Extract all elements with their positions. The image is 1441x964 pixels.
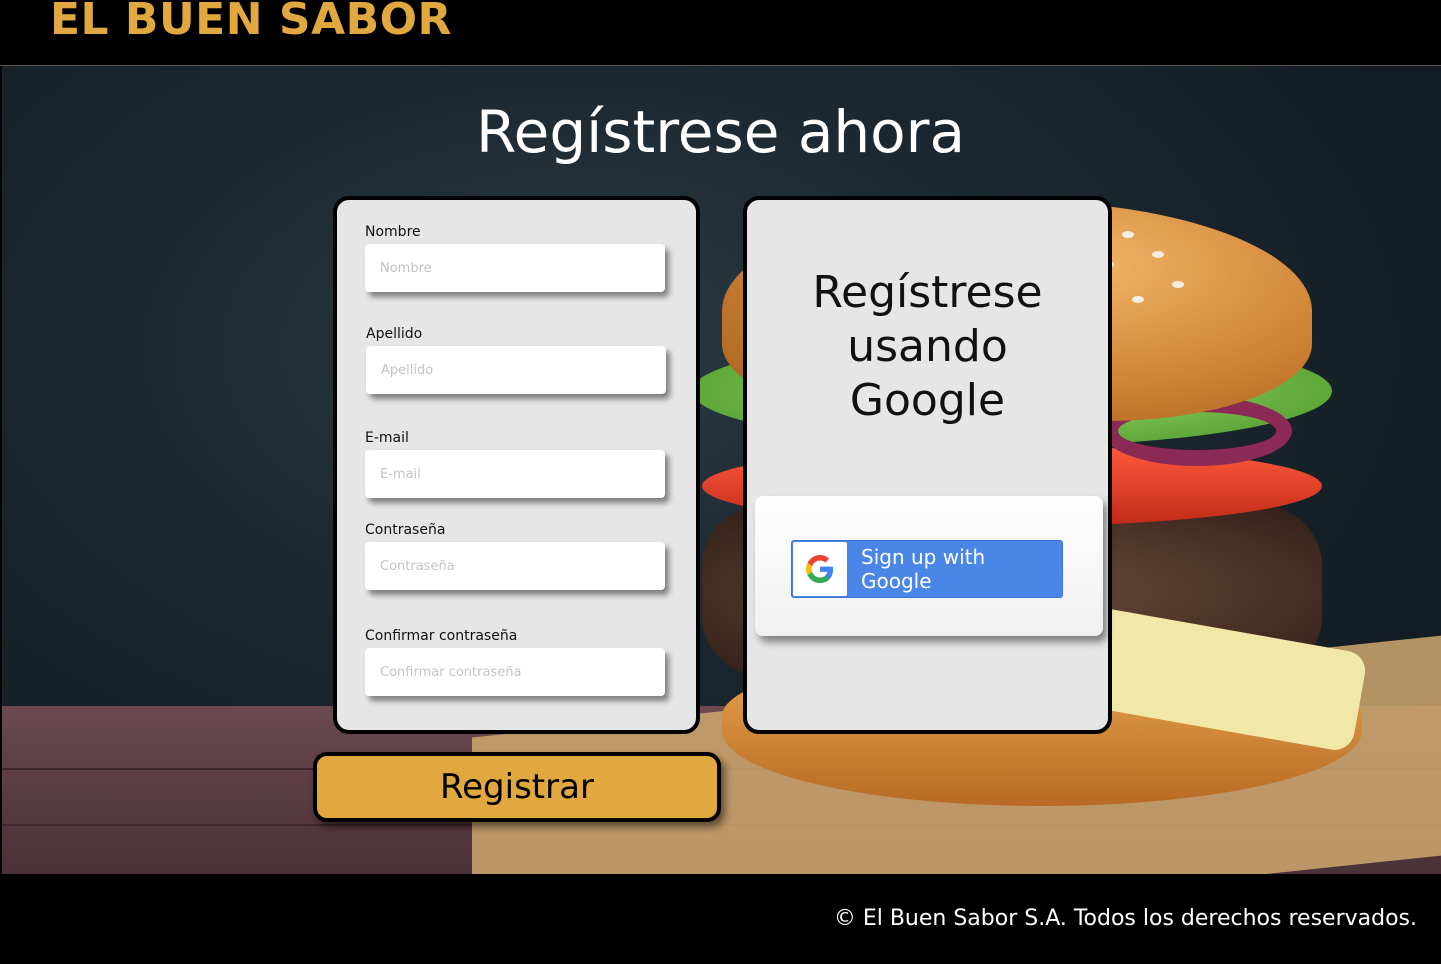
confirm-password-input[interactable] <box>365 648 665 696</box>
footer-copyright: © El Buen Sabor S.A. Todos los derechos … <box>833 906 1417 931</box>
brand-logo[interactable]: EL BUEN SABOR <box>50 0 452 45</box>
email-label: E-mail <box>365 430 409 446</box>
confirm-password-label: Confirmar contraseña <box>365 628 518 644</box>
page-title: Regístrese ahora <box>475 98 966 166</box>
site-header: EL BUEN SABOR <box>0 0 1441 66</box>
hero-background <box>2 66 1441 874</box>
nombre-label: Nombre <box>365 224 421 240</box>
google-signup-card: Regístrese usando Google Sign up with Go… <box>743 196 1112 734</box>
google-g-icon <box>793 542 847 596</box>
registration-form-card: Nombre Apellido E-mail Contraseña Confir… <box>333 196 700 734</box>
apellido-input[interactable] <box>366 346 666 394</box>
google-signup-label: Sign up with Google <box>861 545 986 593</box>
password-input[interactable] <box>365 542 665 590</box>
google-signup-button[interactable]: Sign up with Google <box>791 540 1063 598</box>
google-button-panel: Sign up with Google <box>755 496 1103 636</box>
password-label: Contraseña <box>365 522 446 538</box>
register-button[interactable]: Registrar <box>313 752 721 822</box>
email-input[interactable] <box>365 450 665 498</box>
apellido-label: Apellido <box>366 326 423 342</box>
google-card-title: Regístrese usando Google <box>812 267 1043 426</box>
site-footer: © El Buen Sabor S.A. Todos los derechos … <box>0 874 1441 964</box>
nombre-input[interactable] <box>365 244 665 292</box>
